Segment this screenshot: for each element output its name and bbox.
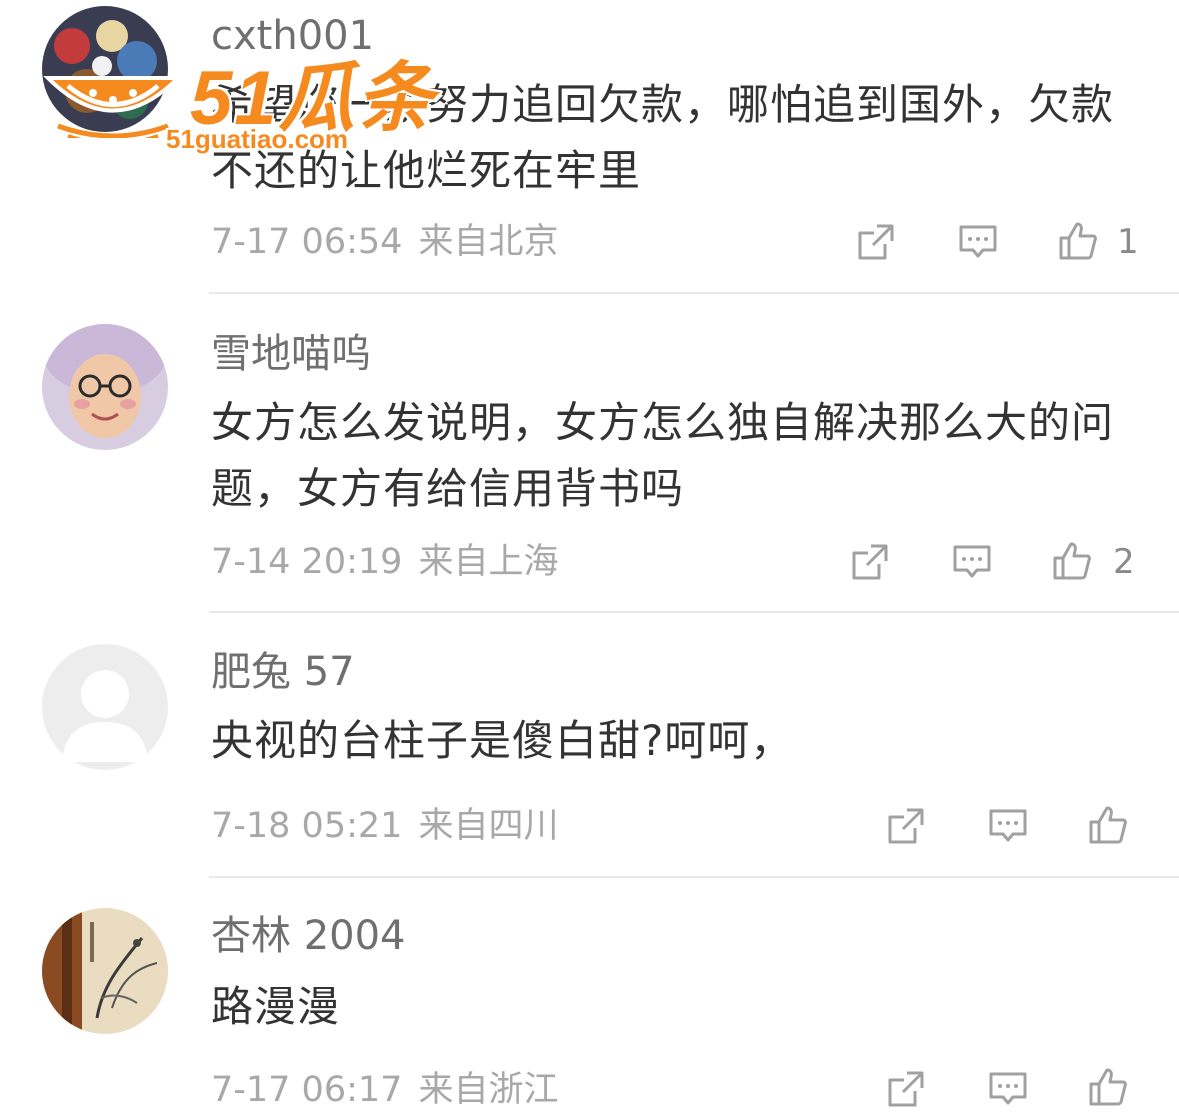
share-button[interactable] [883,803,929,849]
comment-meta: 7-17 06:54 来自北京 [211,220,558,264]
comment-text: 央视的台柱子是傻白甜?呵呵， [211,716,794,765]
share-icon [858,224,894,260]
comment-text: 希望您一家努力追回欠款，哪怕追到国外，欠款不还的让他烂死在牢里 [211,80,1115,195]
username[interactable]: 雪地喵呜 [211,330,371,378]
comment-location: 来自上海 [418,542,559,582]
divider [209,611,1179,613]
share-button[interactable] [847,539,893,585]
share-button[interactable] [853,219,899,265]
like-button[interactable] [1049,538,1095,584]
reply-button[interactable] [949,539,995,585]
like-button[interactable] [1085,1064,1131,1110]
comment-icon [959,225,997,258]
divider [209,876,1179,878]
username[interactable]: 杏林 2004 [211,912,406,960]
avatar[interactable] [42,6,168,132]
like-button[interactable] [1085,802,1131,848]
comment-date: 7-18 05:21 [211,806,403,846]
username[interactable]: 肥兔 57 [211,648,355,696]
comment-meta: 7-18 05:21 来自四川 [211,804,558,848]
thumbs-up-icon [1089,1068,1127,1106]
like-count: 2 [1113,542,1135,582]
comment-date: 7-14 20:19 [211,542,403,582]
like-button[interactable] [1055,218,1101,264]
comment-location: 来自浙江 [418,1070,559,1110]
username[interactable]: cxth001 [211,12,374,60]
avatar[interactable] [42,908,168,1034]
share-icon [852,544,888,580]
comment-meta: 7-17 06:17 来自浙江 [211,1068,558,1112]
comment-text: 路漫漫 [211,982,341,1031]
avatar[interactable] [42,644,168,770]
thumbs-up-icon [1089,806,1127,844]
comment-date: 7-17 06:17 [211,1070,403,1110]
like-count: 1 [1117,222,1139,262]
comment-icon [989,809,1027,842]
avatar[interactable] [42,324,168,450]
divider [209,292,1179,294]
share-icon [888,1071,924,1107]
comment-location: 来自北京 [418,222,559,262]
thumbs-up-icon [1053,542,1091,580]
comment-text: 女方怎么发说明，女方怎么独自解决那么大的问题，女方有给信用背书吗 [211,398,1115,513]
share-button[interactable] [883,1066,929,1112]
comment-icon [989,1072,1027,1105]
comment-icon [953,545,991,578]
reply-button[interactable] [985,803,1031,849]
share-icon [888,808,924,844]
reply-button[interactable] [955,219,1001,265]
reply-button[interactable] [985,1066,1031,1112]
comment-location: 来自四川 [418,806,559,846]
comment-date: 7-17 06:54 [211,222,403,262]
comment-meta: 7-14 20:19 来自上海 [211,540,558,584]
thumbs-up-icon [1059,222,1097,260]
